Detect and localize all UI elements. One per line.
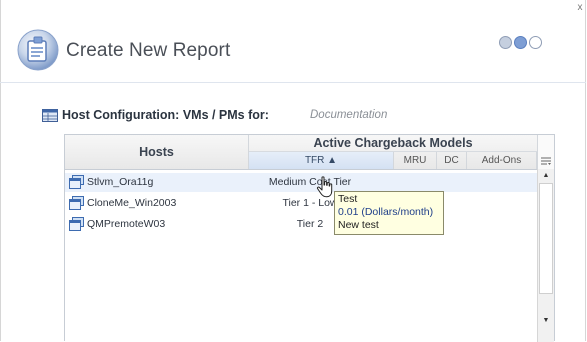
- step-indicator-2[interactable]: [514, 36, 527, 49]
- vertical-scrollbar[interactable]: ▲ ▼: [537, 169, 554, 342]
- tooltip-line: New test: [338, 219, 379, 231]
- virtual-machine-icon: [69, 175, 84, 189]
- rate-tooltip: Test 0.01 (Dollars/month) New test: [334, 191, 444, 235]
- table-header: Hosts Active Chargeback Models TFR ▲ MRU…: [65, 135, 537, 170]
- tooltip-line: Test: [338, 193, 358, 205]
- host-name: QMPremoteW03: [87, 218, 166, 230]
- grid-icon: [42, 109, 58, 122]
- virtual-machine-icon: [69, 196, 84, 210]
- close-icon[interactable]: x: [574, 2, 586, 14]
- column-header-mru[interactable]: MRU: [394, 152, 437, 169]
- table-row[interactable]: QMPremoteW03 Tier 2: [65, 215, 537, 234]
- column-menu-icon: [541, 157, 551, 165]
- page-title: Create New Report: [66, 40, 231, 61]
- host-table: Hosts Active Chargeback Models TFR ▲ MRU…: [64, 134, 555, 342]
- virtual-machine-icon: [69, 217, 84, 231]
- tooltip-line: 0.01 (Dollars/month): [338, 206, 434, 218]
- step-indicator-3[interactable]: [529, 36, 542, 49]
- step-indicator-1[interactable]: [499, 36, 512, 49]
- column-header-tfr[interactable]: TFR ▲: [249, 152, 394, 169]
- report-wizard-icon: [17, 29, 59, 71]
- host-name: Stlvm_Ora11g: [87, 176, 154, 188]
- table-row[interactable]: Stlvm_Ora11g Medium Cost Tier: [65, 173, 537, 192]
- tfr-value[interactable]: Medium Cost Tier: [251, 176, 369, 188]
- scroll-down-button[interactable]: ▼: [538, 314, 554, 328]
- column-header-dc[interactable]: DC: [437, 152, 467, 169]
- column-chooser-button[interactable]: [537, 135, 554, 169]
- hand-cursor-icon: [316, 176, 333, 198]
- column-header-hosts[interactable]: Hosts: [65, 135, 249, 169]
- section-title: Host Configuration: VMs / PMs for:: [62, 108, 269, 122]
- table-row[interactable]: CloneMe_Win2003 Tier 1 - Low: [65, 194, 537, 213]
- host-name: CloneMe_Win2003: [87, 197, 177, 209]
- scroll-thumb[interactable]: [539, 183, 553, 294]
- column-group-header: Active Chargeback Models: [249, 135, 537, 152]
- column-header-addons[interactable]: Add-Ons: [467, 152, 537, 169]
- dialog-header: Create New Report: [0, 22, 586, 83]
- scroll-up-button[interactable]: ▲: [538, 169, 554, 183]
- section-subtitle: Documentation: [310, 109, 388, 121]
